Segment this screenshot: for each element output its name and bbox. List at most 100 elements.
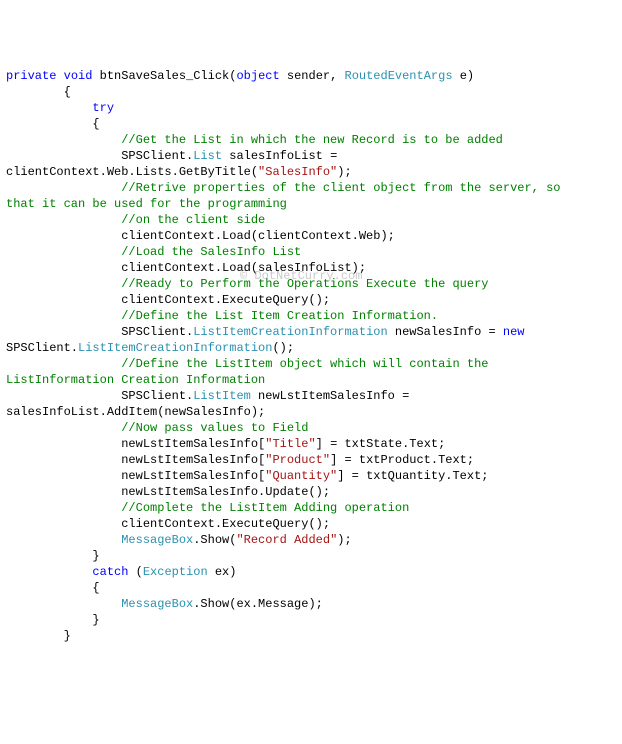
code-token: ( [128, 565, 142, 579]
code-line: //Get the List in which the new Record i… [6, 132, 616, 148]
code-token: ] = txtState.Text; [316, 437, 446, 451]
code-token: clientContext.Load(salesInfoList); [121, 261, 366, 275]
code-line: SPSClient.ListItemCreationInformation ne… [6, 324, 616, 340]
code-token: //Define the ListItem object which will … [121, 357, 495, 371]
code-line: newLstItemSalesInfo.Update(); [6, 484, 616, 500]
code-line: try [6, 100, 616, 116]
code-line: //Complete the ListItem Adding operation [6, 500, 616, 516]
code-token: clientContext.ExecuteQuery(); [121, 517, 330, 531]
code-token: object [236, 69, 279, 83]
code-token: btnSaveSales_Click( [92, 69, 236, 83]
code-line: clientContext.Load(salesInfoList); [6, 260, 616, 276]
code-token: newLstItemSalesInfo[ [121, 453, 265, 467]
code-token: MessageBox [121, 597, 193, 611]
code-token: newLstItemSalesInfo[ [121, 437, 265, 451]
code-token: "Product" [265, 453, 330, 467]
code-token: (); [272, 341, 294, 355]
code-token: } [92, 613, 99, 627]
code-token: ); [337, 533, 351, 547]
code-token: sender, [280, 69, 345, 83]
code-token: //Now pass values to Field [121, 421, 308, 435]
code-token: } [92, 549, 99, 563]
code-line: //Define the ListItem object which will … [6, 356, 616, 372]
code-line: { [6, 580, 616, 596]
code-token: clientContext.ExecuteQuery(); [121, 293, 330, 307]
code-token: void [64, 69, 93, 83]
code-token: e) [453, 69, 475, 83]
code-token: ListItemCreationInformation [78, 341, 272, 355]
code-line: SPSClient.ListItemCreationInformation(); [6, 340, 616, 356]
code-line: newLstItemSalesInfo["Quantity"] = txtQua… [6, 468, 616, 484]
code-line: //Ready to Perform the Operations Execut… [6, 276, 616, 292]
code-token [525, 325, 532, 339]
code-line: //on the client side [6, 212, 616, 228]
code-token: //on the client side [121, 213, 265, 227]
code-token: //Get the List in which the new Record i… [121, 133, 503, 147]
code-line: ListInformation Creation Information [6, 372, 616, 388]
code-token: MessageBox [121, 533, 193, 547]
code-token: new [503, 325, 525, 339]
code-token: newLstItemSalesInfo.Update(); [121, 485, 330, 499]
code-token: //Retrive properties of the client objec… [121, 181, 567, 195]
code-token: } [64, 629, 71, 643]
code-token: clientContext.Web.Lists.GetByTitle( [6, 165, 258, 179]
code-token: //Define the List Item Creation Informat… [121, 309, 438, 323]
code-line: that it can be used for the programming [6, 196, 616, 212]
code-token: ] = txtQuantity.Text; [337, 469, 488, 483]
code-token: { [92, 117, 99, 131]
code-line: newLstItemSalesInfo["Product"] = txtProd… [6, 452, 616, 468]
code-token: newLstItemSalesInfo[ [121, 469, 265, 483]
code-token: salesInfoList.AddItem(newSalesInfo); [6, 405, 265, 419]
code-token: ListItemCreationInformation [193, 325, 387, 339]
code-token: ListInformation Creation Information [6, 373, 265, 387]
code-token: { [92, 581, 99, 595]
code-line: MessageBox.Show(ex.Message); [6, 596, 616, 612]
code-token: SPSClient. [6, 341, 78, 355]
code-line: clientContext.ExecuteQuery(); [6, 516, 616, 532]
code-token: SPSClient. [121, 325, 193, 339]
code-token: Exception [143, 565, 208, 579]
code-token: newSalesInfo = [388, 325, 503, 339]
code-line: newLstItemSalesInfo["Title"] = txtState.… [6, 436, 616, 452]
code-line: catch (Exception ex) [6, 564, 616, 580]
code-line: //Define the List Item Creation Informat… [6, 308, 616, 324]
code-token: try [92, 101, 114, 115]
code-line: private void btnSaveSales_Click(object s… [6, 68, 616, 84]
code-line: salesInfoList.AddItem(newSalesInfo); [6, 404, 616, 420]
code-line: { [6, 84, 616, 100]
code-token: ListItem [193, 389, 251, 403]
code-token: clientContext.Load(clientContext.Web); [121, 229, 395, 243]
code-token: private [6, 69, 56, 83]
code-token: "SalesInfo" [258, 165, 337, 179]
code-token: ); [337, 165, 351, 179]
code-line: MessageBox.Show("Record Added"); [6, 532, 616, 548]
code-token: SPSClient. [121, 149, 193, 163]
code-token: "Quantity" [265, 469, 337, 483]
code-line: } [6, 612, 616, 628]
code-token: RoutedEventArgs [345, 69, 453, 83]
code-token: //Ready to Perform the Operations Execut… [121, 277, 488, 291]
code-line: { [6, 116, 616, 132]
code-line: clientContext.Load(clientContext.Web); [6, 228, 616, 244]
code-token: .Show(ex.Message); [193, 597, 323, 611]
code-line: } [6, 628, 616, 644]
code-line: clientContext.Web.Lists.GetByTitle("Sale… [6, 164, 616, 180]
code-line: } [6, 548, 616, 564]
code-token: SPSClient. [121, 389, 193, 403]
code-token: "Record Added" [236, 533, 337, 547]
code-token: newLstItemSalesInfo = [251, 389, 417, 403]
code-line: clientContext.ExecuteQuery(); [6, 292, 616, 308]
code-token: that it can be used for the programming [6, 197, 287, 211]
code-block: private void btnSaveSales_Click(object s… [6, 68, 616, 644]
code-token: .Show( [193, 533, 236, 547]
code-token: catch [92, 565, 128, 579]
code-token: //Load the SalesInfo List [121, 245, 301, 259]
code-token: ex) [208, 565, 237, 579]
code-token: "Title" [265, 437, 315, 451]
code-line: //Load the SalesInfo List [6, 244, 616, 260]
code-line: //Now pass values to Field [6, 420, 616, 436]
code-token: List [193, 149, 222, 163]
code-token: ] = txtProduct.Text; [330, 453, 474, 467]
code-token: //Complete the ListItem Adding operation [121, 501, 409, 515]
code-token: salesInfoList = [222, 149, 344, 163]
